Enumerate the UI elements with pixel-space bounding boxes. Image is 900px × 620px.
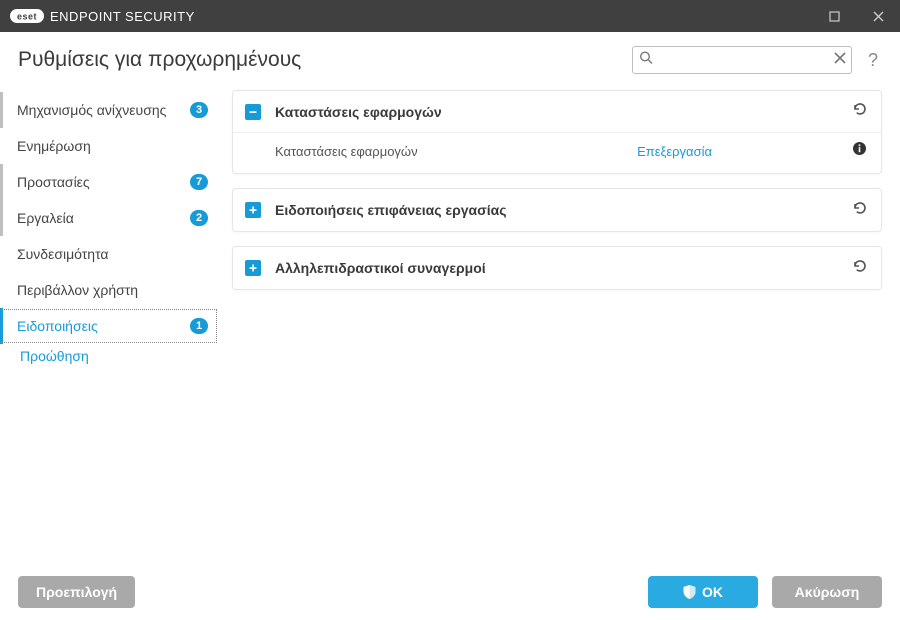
undo-icon[interactable]	[851, 258, 867, 279]
help-icon[interactable]: ?	[864, 50, 882, 71]
panel-title: Καταστάσεις εφαρμογών	[275, 104, 851, 120]
sidebar-item-label: Περιβάλλον χρήστη	[17, 282, 208, 298]
sidebar-item-label: Συνδεσιμότητα	[17, 246, 208, 262]
panel-title: Αλληλεπιδραστικοί συναγερμοί	[275, 260, 851, 276]
panel-head[interactable]: Αλληλεπιδραστικοί συναγερμοί	[233, 247, 881, 289]
badge: 2	[190, 210, 208, 226]
default-button[interactable]: Προεπιλογή	[18, 576, 135, 608]
sidebar-item-user-interface[interactable]: Περιβάλλον χρήστη	[0, 272, 218, 308]
search-wrap	[632, 46, 852, 74]
ok-button-label: OK	[702, 584, 723, 600]
sidebar-item-connectivity[interactable]: Συνδεσιμότητα	[0, 236, 218, 272]
sidebar-item-label: Προστασίες	[17, 174, 184, 190]
sidebar-item-label: Εργαλεία	[17, 210, 184, 226]
badge: 1	[190, 318, 208, 334]
panel-desktop-notifications: Ειδοποιήσεις επιφάνειας εργασίας	[232, 188, 882, 232]
badge: 7	[190, 174, 208, 190]
sidebar: Μηχανισμός ανίχνευσης 3 Ενημέρωση Προστα…	[0, 88, 218, 564]
sidebar-item-update[interactable]: Ενημέρωση	[0, 128, 218, 164]
sidebar-item-protections[interactable]: Προστασίες 7	[0, 164, 218, 200]
topbar: Ρυθμίσεις για προχωρημένους ?	[0, 32, 900, 88]
expand-icon	[245, 260, 261, 276]
setting-row-label: Καταστάσεις εφαρμογών	[275, 144, 637, 159]
svg-text:eset: eset	[17, 12, 37, 22]
sidebar-item-label: Ειδοποιήσεις	[17, 318, 184, 334]
window-close-button[interactable]	[856, 0, 900, 32]
expand-icon	[245, 202, 261, 218]
sidebar-item-notifications[interactable]: Ειδοποιήσεις 1	[0, 308, 218, 344]
ok-button[interactable]: OK	[648, 576, 758, 608]
window-maximize-button[interactable]	[812, 0, 856, 32]
undo-icon[interactable]	[851, 200, 867, 221]
panel-interactive-alerts: Αλληλεπιδραστικοί συναγερμοί	[232, 246, 882, 290]
footer: Προεπιλογή OK Ακύρωση	[0, 564, 900, 620]
edit-link[interactable]: Επεξεργασία	[637, 144, 712, 159]
clear-search-icon[interactable]	[834, 51, 846, 69]
brand-text: ENDPOINT SECURITY	[50, 9, 195, 24]
sidebar-item-label: Ενημέρωση	[17, 138, 208, 154]
sidebar-item-tools[interactable]: Εργαλεία 2	[0, 200, 218, 236]
titlebar: eset ENDPOINT SECURITY	[0, 0, 900, 32]
search-icon	[639, 51, 653, 70]
info-icon[interactable]	[852, 141, 867, 161]
sidebar-item-detection-engine[interactable]: Μηχανισμός ανίχνευσης 3	[0, 92, 218, 128]
panel-application-statuses: Καταστάσεις εφαρμογών Καταστάσεις εφαρμο…	[232, 90, 882, 174]
sidebar-item-label: Μηχανισμός ανίχνευσης	[17, 102, 184, 118]
undo-icon[interactable]	[851, 101, 867, 122]
page-title: Ρυθμίσεις για προχωρημένους	[18, 48, 301, 72]
panel-title: Ειδοποιήσεις επιφάνειας εργασίας	[275, 202, 851, 218]
search-input[interactable]	[632, 46, 852, 74]
sidebar-subitem-forwarding[interactable]: Προώθηση	[0, 344, 218, 368]
main-content: Καταστάσεις εφαρμογών Καταστάσεις εφαρμο…	[218, 88, 882, 564]
panel-body: Καταστάσεις εφαρμογών Επεξεργασία	[233, 133, 881, 173]
collapse-icon	[245, 104, 261, 120]
brand-logo: eset	[10, 9, 44, 23]
shield-icon	[683, 585, 696, 599]
badge: 3	[190, 102, 208, 118]
panel-head[interactable]: Καταστάσεις εφαρμογών	[233, 91, 881, 133]
cancel-button[interactable]: Ακύρωση	[772, 576, 882, 608]
panel-head[interactable]: Ειδοποιήσεις επιφάνειας εργασίας	[233, 189, 881, 231]
